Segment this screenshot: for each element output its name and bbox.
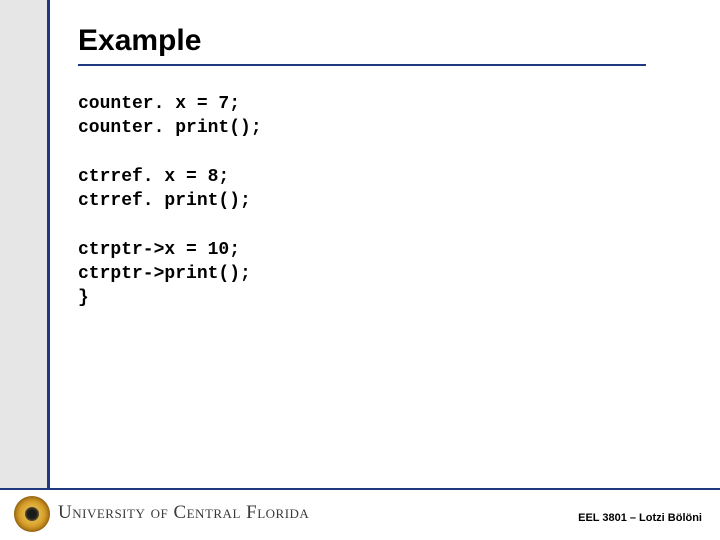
footer-divider: [0, 488, 720, 490]
code-block: counter. x = 7; counter. print(); ctrref…: [78, 92, 262, 311]
pegasus-seal-center: [25, 507, 39, 521]
code-line: }: [78, 288, 89, 308]
code-line: counter. print();: [78, 118, 262, 138]
code-line: ctrref. print();: [78, 191, 251, 211]
university-name: University of Central Florida: [58, 502, 309, 524]
pegasus-seal-icon: [14, 496, 50, 532]
slide: Example counter. x = 7; counter. print()…: [0, 0, 720, 540]
slide-title: Example: [78, 24, 201, 58]
course-footer: EEL 3801 – Lotzi Bölöni: [578, 512, 702, 524]
ucf-logo: [14, 496, 50, 532]
left-accent-bar: [0, 0, 50, 488]
code-line: ctrptr->x = 10;: [78, 240, 240, 260]
code-line: ctrref. x = 8;: [78, 167, 229, 187]
title-underline: [78, 64, 646, 66]
code-line: ctrptr->print();: [78, 264, 251, 284]
code-line: counter. x = 7;: [78, 94, 240, 114]
